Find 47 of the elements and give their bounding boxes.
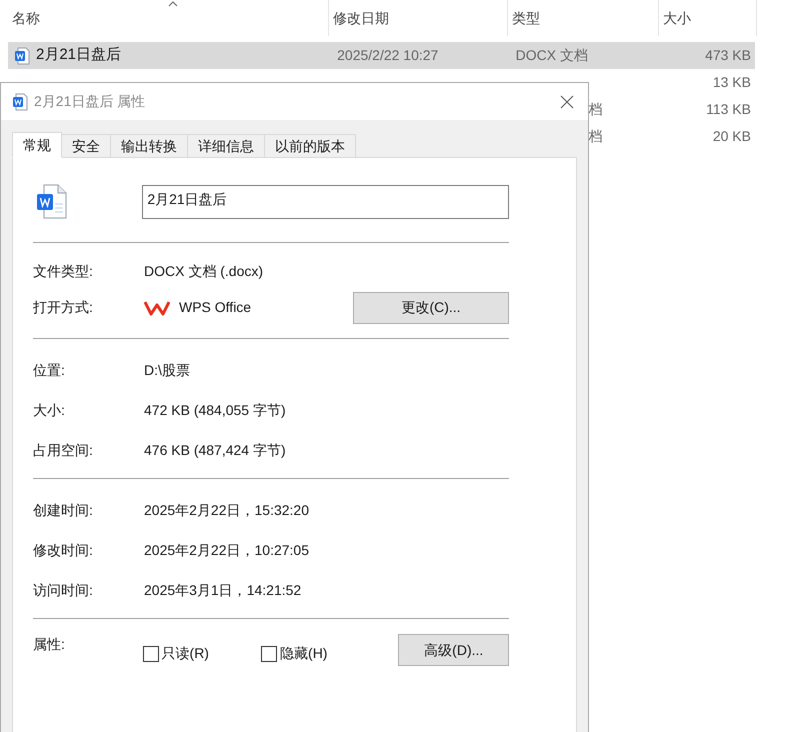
file-size: 113 KB bbox=[706, 101, 751, 117]
window-title: 2月21日盘后 属性 bbox=[34, 92, 146, 111]
app-logo-icon bbox=[144, 300, 170, 316]
tab[interactable]: 常规 bbox=[12, 132, 62, 158]
checkbox[interactable] bbox=[142, 646, 159, 662]
document-icon bbox=[12, 92, 28, 110]
column-header[interactable]: 名称 bbox=[8, 0, 329, 36]
size-value: 472 KB (484,055 字节) bbox=[144, 400, 286, 420]
checkbox-label: 只读(R) bbox=[162, 644, 209, 663]
accessed-value: 2025年3月1日，14:21:52 bbox=[144, 580, 302, 600]
tab[interactable]: 以前的版本 bbox=[264, 134, 356, 158]
field-label: 文件类型: bbox=[33, 262, 94, 281]
field-label: 占用空间: bbox=[33, 440, 94, 460]
file-type: 档 bbox=[588, 101, 602, 117]
column-header[interactable]: 类型 bbox=[508, 0, 659, 36]
modified-date: 2025/2/22 10:27 bbox=[337, 47, 438, 63]
column-header[interactable]: 大小 bbox=[659, 0, 757, 36]
file-name: 2月21日盘后 bbox=[36, 45, 122, 66]
close-icon[interactable] bbox=[560, 94, 574, 108]
field-label: 访问时间: bbox=[33, 580, 94, 600]
field-label: 位置: bbox=[33, 360, 66, 380]
file-row[interactable]: 2月21日盘后 2025/2/22 10:27 DOCX 文档 473 KB bbox=[8, 42, 755, 69]
field-label: 修改时间: bbox=[33, 540, 94, 560]
app-name: WPS Office bbox=[179, 298, 252, 317]
file-type: DOCX 文档 bbox=[516, 47, 588, 63]
field-label: 属性: bbox=[33, 635, 66, 654]
file-type-value: DOCX 文档 (.docx) bbox=[144, 262, 264, 281]
location-value: D:\股票 bbox=[144, 360, 190, 380]
disk-size-value: 476 KB (487,424 字节) bbox=[144, 440, 286, 460]
created-value: 2025年2月22日，15:32:20 bbox=[144, 500, 309, 520]
modified-value: 2025年2月22日，10:27:05 bbox=[144, 540, 309, 560]
file-name-field[interactable]: 2月21日盘后 bbox=[142, 184, 509, 218]
file-size: 473 KB bbox=[705, 47, 751, 63]
file-size: 20 KB bbox=[712, 128, 751, 144]
checkbox[interactable] bbox=[261, 646, 278, 662]
document-icon bbox=[36, 184, 68, 220]
column-header[interactable]: 修改日期 bbox=[329, 0, 508, 36]
change-button[interactable]: 更改(C)... bbox=[353, 292, 509, 324]
field-label: 大小: bbox=[33, 400, 66, 420]
checkbox-label: 隐藏(H) bbox=[280, 644, 328, 663]
document-icon bbox=[14, 46, 30, 64]
file-size: 13 KB bbox=[712, 74, 751, 90]
field-label: 创建时间: bbox=[33, 500, 94, 520]
file-type: 档 bbox=[588, 128, 602, 144]
advanced-button[interactable]: 高级(D)... bbox=[398, 634, 509, 666]
sort-caret-icon bbox=[168, 1, 178, 7]
field-label: 打开方式: bbox=[33, 298, 94, 317]
